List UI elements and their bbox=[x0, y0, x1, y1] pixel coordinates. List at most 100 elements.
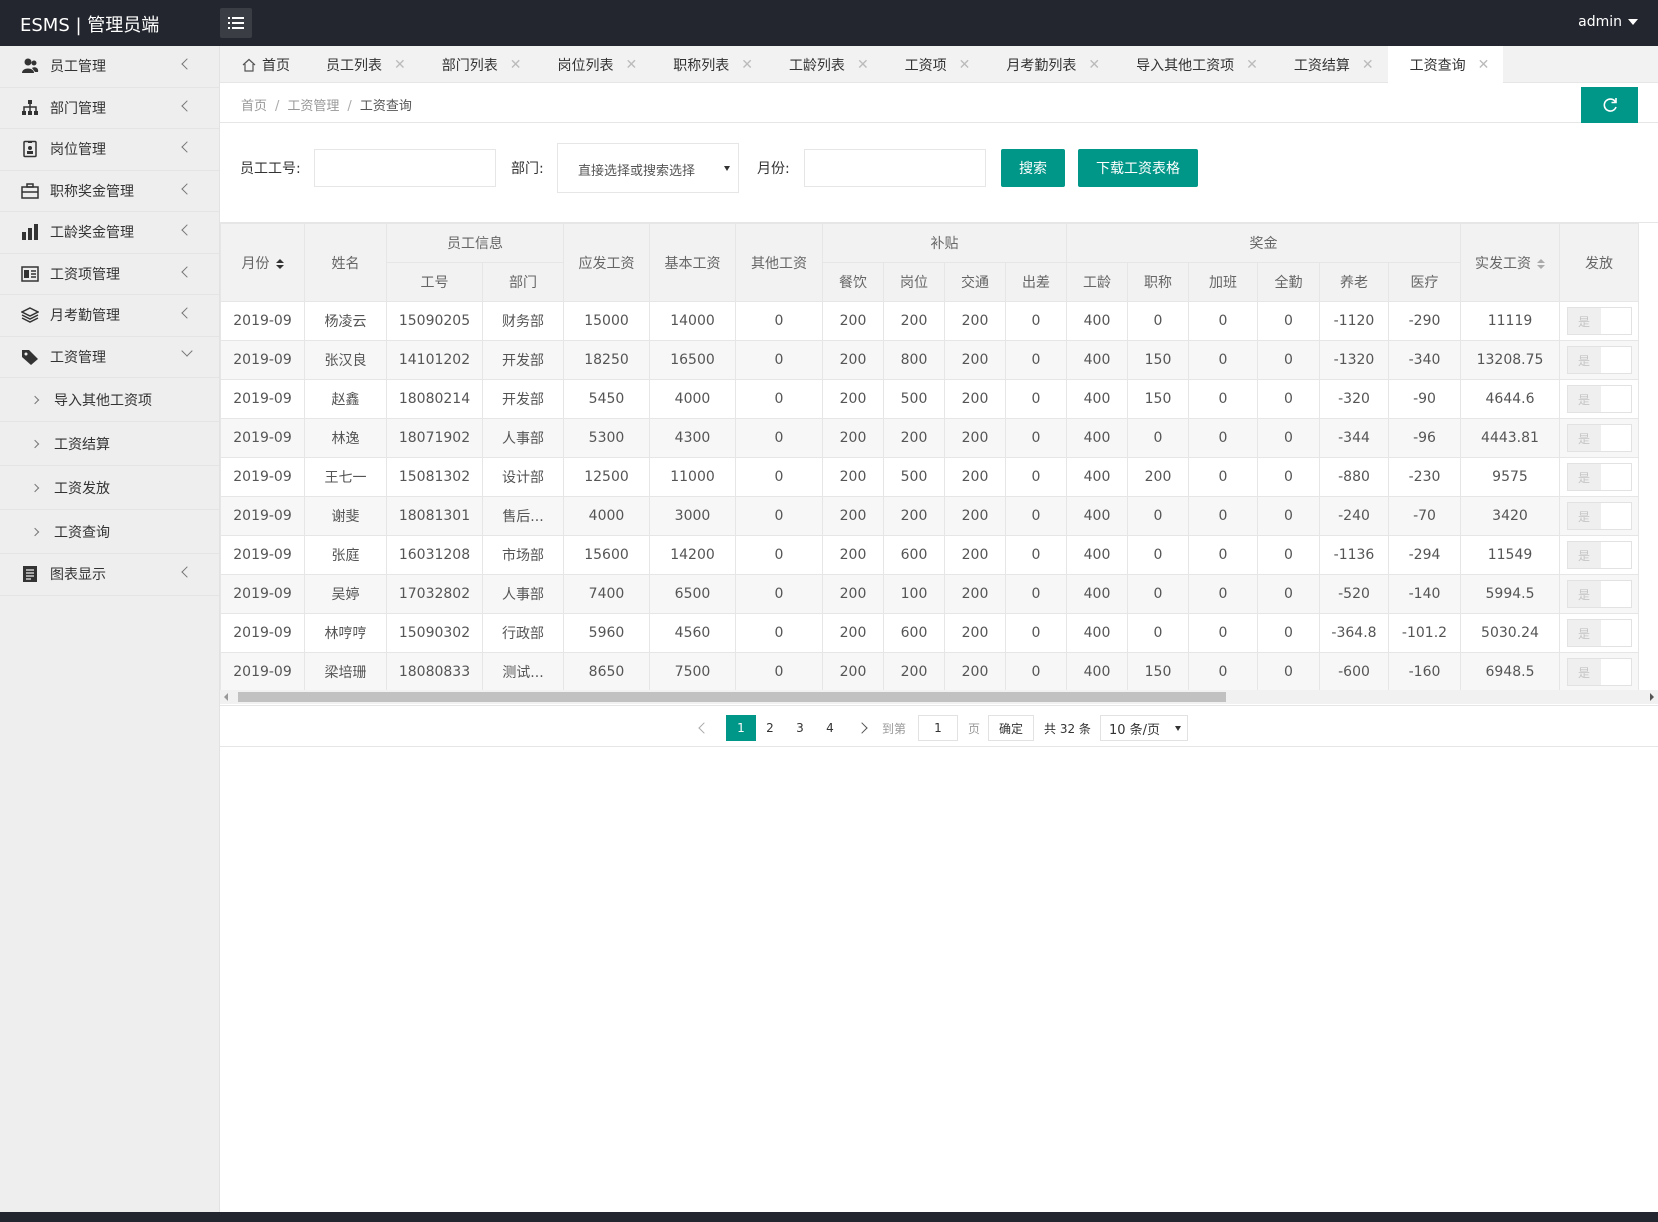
issued-toggle[interactable]: 是 bbox=[1566, 307, 1632, 335]
close-icon[interactable]: ✕ bbox=[857, 57, 869, 73]
cell-issued: 是 bbox=[1559, 301, 1639, 341]
sidebar-subitem-import[interactable]: 导入其他工资项 bbox=[0, 378, 219, 422]
close-icon[interactable]: ✕ bbox=[1088, 57, 1100, 73]
sidebar-item-employee[interactable]: 员工管理 bbox=[0, 46, 219, 88]
goto-page-input[interactable]: 1 bbox=[918, 715, 958, 741]
column-header-month[interactable]: 月份 bbox=[220, 223, 305, 302]
cell-medical: -294 bbox=[1388, 535, 1461, 575]
per-page-select[interactable]: 10 条/页 bbox=[1100, 715, 1188, 741]
tab-position-list[interactable]: 岗位列表 ✕ bbox=[535, 46, 651, 83]
tab-settlement[interactable]: 工资结算 ✕ bbox=[1272, 46, 1388, 83]
tab-seniority-list[interactable]: 工龄列表 ✕ bbox=[767, 46, 883, 83]
sidebar-subitem-payout[interactable]: 工资发放 bbox=[0, 466, 219, 510]
sidebar-item-charts[interactable]: 图表显示 bbox=[0, 554, 219, 596]
tab-department-list[interactable]: 部门列表 ✕ bbox=[420, 46, 536, 83]
cell-gross: 18250 bbox=[563, 340, 650, 380]
menu-toggle-button[interactable] bbox=[220, 8, 252, 38]
close-icon[interactable]: ✕ bbox=[394, 57, 406, 73]
page-1[interactable]: 1 bbox=[726, 715, 756, 741]
sidebar-item-salary[interactable]: 工资管理 bbox=[0, 337, 219, 378]
cell-other: 0 bbox=[735, 340, 823, 380]
refresh-button[interactable] bbox=[1581, 87, 1638, 123]
tab-employee-list[interactable]: 员工列表 ✕ bbox=[304, 46, 420, 83]
issued-toggle[interactable]: 是 bbox=[1566, 346, 1632, 374]
tab-import-items[interactable]: 导入其他工资项 ✕ bbox=[1114, 46, 1272, 83]
breadcrumb-home[interactable]: 首页 bbox=[241, 99, 267, 114]
breadcrumb-parent[interactable]: 工资管理 bbox=[287, 99, 339, 114]
tab-label: 导入其他工资项 bbox=[1136, 57, 1235, 74]
cell-medical: -290 bbox=[1388, 301, 1461, 341]
cell-pension: -600 bbox=[1319, 652, 1389, 692]
sidebar-subitem-label: 工资查询 bbox=[54, 524, 110, 541]
issued-toggle[interactable]: 是 bbox=[1566, 385, 1632, 413]
table-row: 2019-09 谢斐 18081301 售后... 4000 3000 0 200 200 200… bbox=[220, 496, 1639, 536]
close-icon[interactable]: ✕ bbox=[1362, 57, 1374, 73]
column-header-net[interactable]: 实发工资 bbox=[1460, 223, 1560, 302]
cell-seniority: 400 bbox=[1066, 457, 1128, 497]
scrollbar-thumb[interactable] bbox=[238, 692, 1226, 702]
issued-toggle[interactable]: 是 bbox=[1566, 463, 1632, 491]
page-4[interactable]: 4 bbox=[818, 715, 842, 741]
sidebar-subitem-query[interactable]: 工资查询 bbox=[0, 510, 219, 554]
cell-issued: 是 bbox=[1559, 379, 1639, 419]
column-header-emp-no: 工号 bbox=[386, 262, 483, 302]
sidebar-item-label: 工龄奖金管理 bbox=[50, 225, 134, 242]
cell-title: 0 bbox=[1127, 301, 1189, 341]
issued-toggle[interactable]: 是 bbox=[1566, 658, 1632, 686]
sidebar-item-title-bonus[interactable]: 职称奖金管理 bbox=[0, 171, 219, 212]
cell-medical: -70 bbox=[1388, 496, 1461, 536]
table-row: 2019-09 林哼哼 15090302 行政部 5960 4560 0 200 600 200 0… bbox=[220, 613, 1639, 653]
issued-toggle[interactable]: 是 bbox=[1566, 619, 1632, 647]
toggle-label: 是 bbox=[1567, 542, 1601, 568]
table-row: 2019-09 张汉良 14101202 开发部 18250 16500 0 200 800 20… bbox=[220, 340, 1639, 380]
user-menu[interactable]: admin bbox=[1578, 14, 1638, 30]
scroll-right-icon[interactable] bbox=[1650, 693, 1654, 701]
sidebar-item-label: 岗位管理 bbox=[50, 142, 106, 159]
close-icon[interactable]: ✕ bbox=[1246, 57, 1258, 73]
prev-page-icon[interactable] bbox=[698, 722, 710, 734]
cell-other: 0 bbox=[735, 535, 823, 575]
cell-emp-no: 15090302 bbox=[386, 613, 483, 653]
sidebar-item-salary-items[interactable]: 工资项管理 bbox=[0, 254, 219, 295]
sidebar-item-position[interactable]: 岗位管理 bbox=[0, 129, 219, 171]
goto-confirm-button[interactable]: 确定 bbox=[988, 715, 1034, 741]
cell-base: 16500 bbox=[649, 340, 736, 380]
issued-toggle[interactable]: 是 bbox=[1566, 541, 1632, 569]
tab-home[interactable]: 首页 bbox=[220, 46, 304, 83]
next-page-icon[interactable] bbox=[856, 722, 868, 734]
tab-title-list[interactable]: 职称列表 ✕ bbox=[651, 46, 767, 83]
sidebar-item-label: 职称奖金管理 bbox=[50, 183, 134, 200]
close-icon[interactable]: ✕ bbox=[741, 57, 753, 73]
sort-icon[interactable] bbox=[1537, 258, 1545, 269]
close-icon[interactable]: ✕ bbox=[1478, 57, 1490, 73]
caret-down-icon bbox=[1628, 19, 1638, 25]
sidebar-item-department[interactable]: 部门管理 bbox=[0, 88, 219, 129]
download-salary-button[interactable]: 下载工资表格 bbox=[1078, 149, 1198, 187]
horizontal-scrollbar[interactable] bbox=[220, 690, 1658, 704]
tab-attendance-list[interactable]: 月考勤列表 ✕ bbox=[984, 46, 1114, 83]
issued-toggle[interactable]: 是 bbox=[1566, 580, 1632, 608]
scroll-left-icon[interactable] bbox=[224, 693, 228, 701]
tab-salary-query[interactable]: 工资查询 ✕ bbox=[1387, 46, 1504, 83]
search-button[interactable]: 搜索 bbox=[1001, 149, 1065, 187]
sort-icon[interactable] bbox=[275, 258, 284, 269]
cell-name: 林哼哼 bbox=[304, 613, 387, 653]
close-icon[interactable]: ✕ bbox=[959, 57, 971, 73]
department-select[interactable]: 直接选择或搜索选择 bbox=[557, 143, 739, 193]
month-input[interactable] bbox=[804, 149, 986, 187]
sidebar-subitem-settlement[interactable]: 工资结算 bbox=[0, 422, 219, 466]
cell-month: 2019-09 bbox=[220, 535, 305, 575]
sidebar-item-seniority-bonus[interactable]: 工龄奖金管理 bbox=[0, 212, 219, 254]
cell-seniority: 400 bbox=[1066, 496, 1128, 536]
employee-no-input[interactable] bbox=[314, 149, 496, 187]
cell-net: 4644.6 bbox=[1460, 379, 1560, 419]
issued-toggle[interactable]: 是 bbox=[1566, 424, 1632, 452]
tab-salary-items[interactable]: 工资项 ✕ bbox=[883, 46, 985, 83]
page-2[interactable]: 2 bbox=[758, 715, 782, 741]
close-icon[interactable]: ✕ bbox=[625, 57, 637, 73]
cell-emp-no: 18071902 bbox=[386, 418, 483, 458]
sidebar-item-attendance[interactable]: 月考勤管理 bbox=[0, 295, 219, 337]
issued-toggle[interactable]: 是 bbox=[1566, 502, 1632, 530]
page-3[interactable]: 3 bbox=[788, 715, 812, 741]
close-icon[interactable]: ✕ bbox=[510, 57, 522, 73]
